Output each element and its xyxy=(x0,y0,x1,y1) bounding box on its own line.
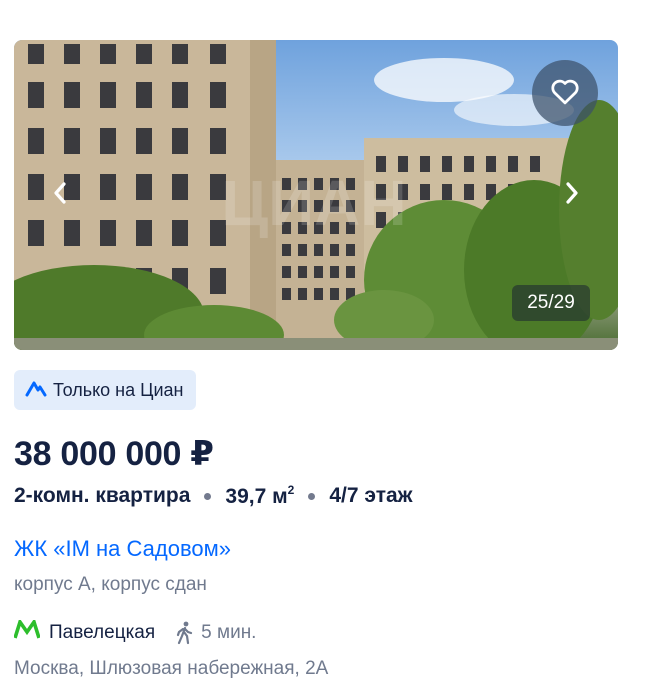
price: 38 000 000 ₽ xyxy=(14,435,214,473)
listing-card[interactable]: ЦИАН 25/29 Только на Циан 38 000 000 ₽ 2… xyxy=(0,0,653,698)
badge-label: Только на Циан xyxy=(53,379,184,400)
separator-dot xyxy=(204,492,212,500)
next-photo-button[interactable] xyxy=(554,175,590,215)
walk-icon xyxy=(175,621,195,645)
favorite-button[interactable] xyxy=(532,60,598,126)
cian-logo-icon xyxy=(25,379,47,402)
heart-icon xyxy=(550,77,580,110)
metro-info: Павелецкая 5 мин. xyxy=(13,617,257,647)
building-status: корпус А, корпус сдан xyxy=(14,574,207,595)
floor: 4/7 этаж xyxy=(329,484,413,507)
address[interactable]: Москва, Шлюзовая набережная, 2А xyxy=(14,658,328,680)
area: 39,7 м2 xyxy=(225,483,295,508)
chevron-right-icon xyxy=(565,181,579,209)
chevron-left-icon xyxy=(53,181,67,209)
room-count: 2-комн. квартира xyxy=(14,484,191,507)
photo-counter: 25/29 xyxy=(512,285,590,321)
prev-photo-button[interactable] xyxy=(42,175,78,215)
complex-link[interactable]: ЖК «IM на Садовом» xyxy=(14,536,231,562)
metro-icon xyxy=(13,617,41,646)
listing-specs: 2-комн. квартира 39,7 м2 4/7 этаж xyxy=(14,483,413,509)
only-on-cian-badge: Только на Циан xyxy=(14,370,197,410)
walk-time: 5 мин. xyxy=(201,622,257,643)
metro-station[interactable]: Павелецкая xyxy=(49,622,155,644)
separator-dot xyxy=(308,492,316,500)
watermark-text: ЦИАН xyxy=(221,167,406,239)
